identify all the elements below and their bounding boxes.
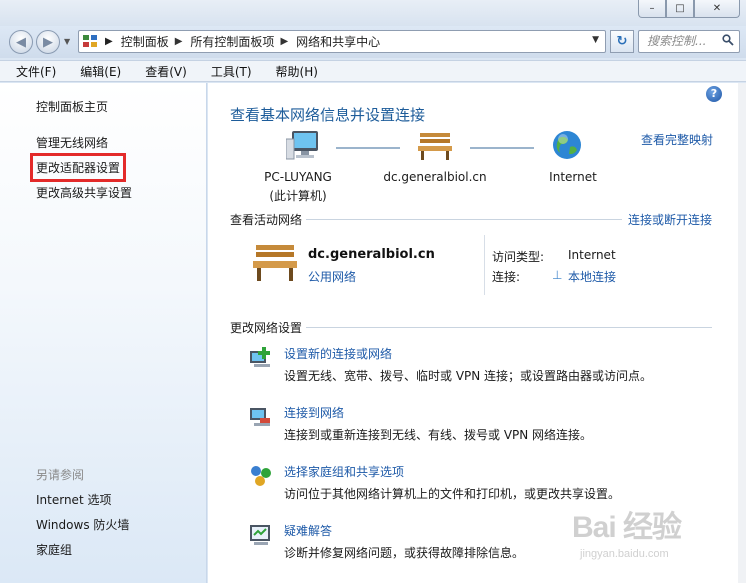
active-network-name: dc.generalbiol.cn <box>308 247 435 262</box>
sidebar-item-homegroup[interactable]: 家庭组 <box>36 541 72 558</box>
baidu-jingyan-watermark: Bai 经验 jingyan.baidu.com <box>572 494 742 574</box>
breadcrumb-item-network-center[interactable]: 网络和共享中心 <box>296 33 380 50</box>
breadcrumb-separator-icon[interactable]: ▶ <box>280 36 288 47</box>
change-settings-heading: 更改网络设置 <box>230 321 303 335</box>
control-panel-icon <box>83 34 99 49</box>
menu-file[interactable]: 文件(F) <box>10 63 62 80</box>
task-homegroup-desc: 访问位于其他网络计算机上的文件和打印机，或更改共享设置。 <box>284 487 621 501</box>
active-network-heading: 查看活动网络 <box>230 213 303 227</box>
page-title: 查看基本网络信息并设置连接 <box>230 106 426 124</box>
sidebar-item-change-adapter[interactable]: 更改适配器设置 <box>29 153 127 182</box>
close-button[interactable]: ✕ <box>694 0 740 18</box>
address-dropdown-icon[interactable]: ▼ <box>592 35 599 45</box>
access-type-value: Internet <box>568 248 616 262</box>
breadcrumb-separator-icon: ▶ <box>105 36 113 47</box>
network-name: dc.generalbiol.cn <box>383 170 487 184</box>
bench-network-icon <box>253 245 297 281</box>
watermark-logo: Bai 经验 <box>572 511 682 544</box>
navigation-bar: ◀ ▶ ▼ ▶ 控制面板 ▶ 所有控制面板项 ▶ 网络和共享中心 ▼ ↻ 搜索控… <box>0 26 746 58</box>
connection-label: 连接: <box>492 270 521 284</box>
computer-subtitle: (此计算机) <box>269 189 327 203</box>
new-connection-icon <box>250 347 270 367</box>
connect-disconnect-link[interactable]: 连接或断开连接 <box>628 211 712 228</box>
internet-globe-icon <box>553 131 581 159</box>
task-connect-network-link[interactable]: 连接到网络 <box>284 404 344 421</box>
breadcrumb: 控制面板 ▶ 所有控制面板项 ▶ 网络和共享中心 <box>121 33 380 50</box>
network-type-link[interactable]: 公用网络 <box>308 268 356 285</box>
breadcrumb-item-all-items[interactable]: 所有控制面板项 <box>190 33 274 50</box>
help-icon[interactable]: ? <box>706 86 722 102</box>
local-connection-link[interactable]: 本地连接 <box>568 268 616 285</box>
menu-edit[interactable]: 编辑(E) <box>74 63 127 80</box>
divider <box>306 219 622 220</box>
troubleshoot-icon <box>250 525 270 545</box>
see-also-heading: 另请参阅 <box>36 468 85 482</box>
task-connect-network-desc: 连接到或重新连接到无线、有线、拨号或 VPN 网络连接。 <box>284 428 593 442</box>
refresh-button[interactable]: ↻ <box>610 30 634 53</box>
caption-buttons: – □ ✕ <box>638 0 740 18</box>
sidebar-item-firewall[interactable]: Windows 防火墙 <box>36 516 129 533</box>
maximize-button[interactable]: □ <box>666 0 694 18</box>
task-new-connection-desc: 设置无线、宽带、拨号、临时或 VPN 连接；或设置路由器或访问点。 <box>284 369 653 383</box>
sidebar-item-home[interactable]: 控制面板主页 <box>36 98 108 115</box>
ethernet-plug-icon: ⊥ <box>552 268 563 282</box>
task-homegroup-link[interactable]: 选择家庭组和共享选项 <box>284 463 404 480</box>
menu-tools[interactable]: 工具(T) <box>205 63 258 80</box>
connection-line <box>336 147 400 149</box>
connection-line <box>470 147 534 149</box>
connect-network-icon <box>250 408 270 426</box>
computer-icon <box>286 131 318 160</box>
sidebar-item-manage-wireless[interactable]: 管理无线网络 <box>36 134 108 151</box>
sidebar: 控制面板主页 管理无线网络 更改适配器设置 更改高级共享设置 另请参阅 Inte… <box>0 83 207 583</box>
task-troubleshoot-link[interactable]: 疑难解答 <box>284 522 332 539</box>
search-input[interactable]: 搜索控制... <box>638 30 740 53</box>
internet-label: Internet <box>549 170 597 184</box>
recent-pages-dropdown-icon[interactable]: ▼ <box>64 37 70 46</box>
search-icon <box>722 34 734 46</box>
sidebar-item-internet-options[interactable]: Internet 选项 <box>36 491 111 508</box>
divider <box>306 327 712 328</box>
access-type-label: 访问类型: <box>492 250 545 264</box>
forward-button[interactable]: ▶ <box>36 30 60 54</box>
breadcrumb-item-control-panel[interactable]: 控制面板 <box>121 33 169 50</box>
computer-name: PC-LUYANG <box>264 170 332 184</box>
menu-view[interactable]: 查看(V) <box>139 63 193 80</box>
sidebar-item-advanced-sharing[interactable]: 更改高级共享设置 <box>36 184 132 201</box>
menu-bar: 文件(F) 编辑(E) 查看(V) 工具(T) 帮助(H) <box>0 60 746 82</box>
back-button[interactable]: ◀ <box>9 30 33 54</box>
window-titlebar: – □ ✕ <box>0 0 746 26</box>
divider <box>484 235 485 295</box>
watermark-url: jingyan.baidu.com <box>580 548 669 560</box>
view-full-map-link[interactable]: 查看完整映射 <box>641 131 713 148</box>
menu-help[interactable]: 帮助(H) <box>270 63 324 80</box>
task-new-connection-link[interactable]: 设置新的连接或网络 <box>284 345 392 362</box>
address-bar[interactable]: ▶ 控制面板 ▶ 所有控制面板项 ▶ 网络和共享中心 ▼ <box>78 30 606 53</box>
breadcrumb-separator-icon[interactable]: ▶ <box>175 36 183 47</box>
network-bench-icon <box>418 133 452 160</box>
homegroup-icon <box>251 466 271 486</box>
task-troubleshoot-desc: 诊断并修复网络问题，或获得故障排除信息。 <box>284 546 525 560</box>
minimize-button[interactable]: – <box>638 0 666 18</box>
